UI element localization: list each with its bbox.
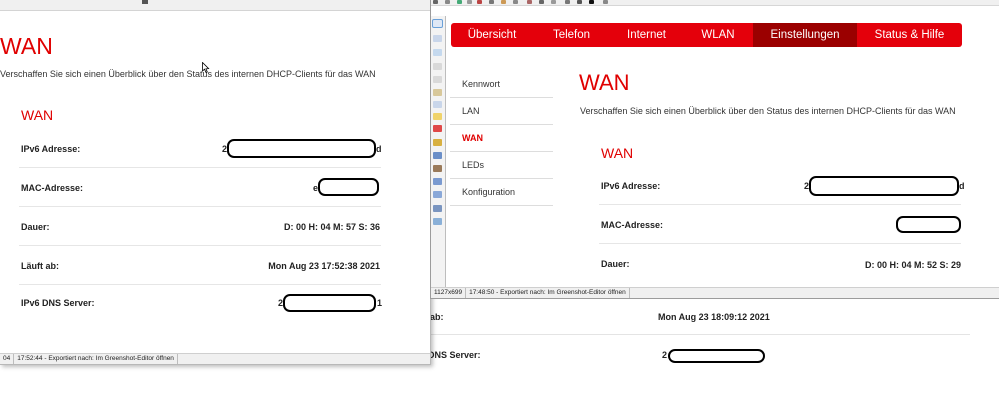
status-segment: 1127x699 [431,288,467,298]
side-item-leds[interactable]: LEDs [450,152,553,179]
status-segment[interactable]: 17:48:50 - Exportiert nach: Im Greenshot… [466,288,630,298]
status-segment[interactable]: 17:52:44 - Exportiert nach: Im Greenshot… [14,354,178,364]
toolbar-icon[interactable] [489,0,494,4]
counter-tool-icon[interactable] [433,125,442,132]
redaction-mark [318,178,379,196]
toolbar-icon[interactable] [603,0,608,4]
page-description: Verschaffen Sie sich einen Überblick übe… [0,69,376,79]
status-segment: 04 [0,354,15,364]
toolbar-icon[interactable] [513,0,518,4]
resize-tool-icon[interactable] [433,205,442,212]
toolbar-icon[interactable] [433,0,438,4]
row-divider [19,167,381,168]
bg-row-value: 2 [662,350,668,360]
section-title: WAN [601,145,634,161]
ipv6-address-suffix: d [959,181,965,191]
redaction-mark [283,294,376,312]
toolbar-icon[interactable] [142,0,148,4]
mac-address-label: MAC-Adresse: [21,183,84,193]
toolbar-icon[interactable] [477,0,482,4]
toolbar-icon[interactable] [457,0,462,4]
tab-internet[interactable]: Internet [610,23,683,47]
side-item-konfiguration[interactable]: Konfiguration [450,179,553,206]
tab-uebersicht[interactable]: Übersicht [451,23,533,47]
arrow-tool-icon[interactable] [433,76,442,83]
ipv6-address-suffix: d [376,144,382,154]
ipv6-dns-server-label: IPv6 DNS Server: [21,298,95,308]
side-item-wan[interactable]: WAN [450,125,553,152]
redaction-mark [227,139,376,158]
tab-telefon[interactable]: Telefon [533,23,610,47]
row-divider [599,243,961,244]
mouse-cursor-icon [202,62,210,74]
expires-label: Läuft ab: [21,261,59,271]
status-bar: 04 17:52:44 - Exportiert nach: Im Greensh… [0,353,430,364]
section-title: WAN [21,107,54,123]
side-item-lan[interactable]: LAN [450,98,553,125]
window-titlebar [0,0,430,11]
tab-status-hilfe[interactable]: Status & Hilfe [857,23,962,47]
image-tool-icon[interactable] [433,178,442,185]
toolbar-icon[interactable] [551,0,556,4]
status-bar: 1127x699 17:48:50 - Exportiert nach: Im G… [431,287,999,298]
tab-wlan[interactable]: WLAN [683,23,753,47]
right-editor-window: Übersicht Telefon Internet WLAN Einstell… [430,0,999,299]
bg-row-value: Mon Aug 23 18:09:12 2021 [658,312,770,322]
main-navigation: Übersicht Telefon Internet WLAN Einstell… [451,23,962,47]
duration-value: D: 00 H: 04 M: 52 S: 29 [864,260,961,270]
line-tool-icon[interactable] [433,63,442,70]
settings-side-menu: Kennwort LAN WAN LEDs Konfiguration [450,71,553,206]
duration-value: D: 00 H: 04 M: 57 S: 36 [283,222,380,232]
tab-einstellungen[interactable]: Einstellungen [753,23,857,47]
editor-toolbar [431,0,999,6]
toolbar-icon[interactable] [527,0,532,4]
redaction-mark [809,176,959,196]
obfuscate-tool-icon[interactable] [433,152,442,159]
duration-label: Dauer: [601,259,630,269]
duration-label: Dauer: [21,222,50,232]
speechbubble-tool-icon[interactable] [433,113,442,120]
canvas-border [445,16,446,288]
expires-value: Mon Aug 23 17:52:38 2021 [268,261,380,271]
page-title: WAN [579,70,630,95]
select-tool-icon[interactable] [432,19,443,28]
ipv6-dns-suffix: 1 [377,298,383,308]
toolbar-icon[interactable] [501,0,506,4]
redaction-mark [668,349,765,363]
page-description: Verschaffen Sie sich einen Überblick übe… [580,106,956,116]
ipv6-address-label: IPv6 Adresse: [21,144,81,154]
ipv6-address-label: IPv6 Adresse: [601,181,661,191]
ruler-tool-icon[interactable] [433,191,442,198]
row-divider [19,206,381,207]
redaction-mark [896,216,961,233]
crop-tool-icon[interactable] [433,165,442,172]
row-divider [19,284,381,285]
page-title: WAN [0,33,53,59]
freehand-tool-icon[interactable] [433,89,442,96]
highlight-tool-icon[interactable] [433,139,442,146]
row-divider [599,204,961,205]
toolbar-icon[interactable] [539,0,544,4]
text-tool-icon[interactable] [433,101,442,108]
toolbar-icon[interactable] [445,0,450,4]
toolbar-icon[interactable] [589,0,594,4]
bg-row-label: DNS Server: [428,350,481,360]
row-divider [19,245,381,246]
left-browser-window: WAN Verschaffen Sie sich einen Überblick… [0,0,431,365]
grid-tool-icon[interactable] [433,218,442,225]
rectangle-tool-icon[interactable] [433,35,442,42]
toolbar-icon[interactable] [467,0,472,4]
side-item-kennwort[interactable]: Kennwort [450,71,553,98]
toolbar-icon[interactable] [565,0,570,4]
bg-row-label: ab: [430,312,444,322]
mac-address-label: MAC-Adresse: [601,220,664,230]
bg-separator [430,334,970,335]
drawing-tools-panel [431,16,446,288]
ellipse-tool-icon[interactable] [433,49,442,56]
toolbar-icon[interactable] [577,0,582,4]
